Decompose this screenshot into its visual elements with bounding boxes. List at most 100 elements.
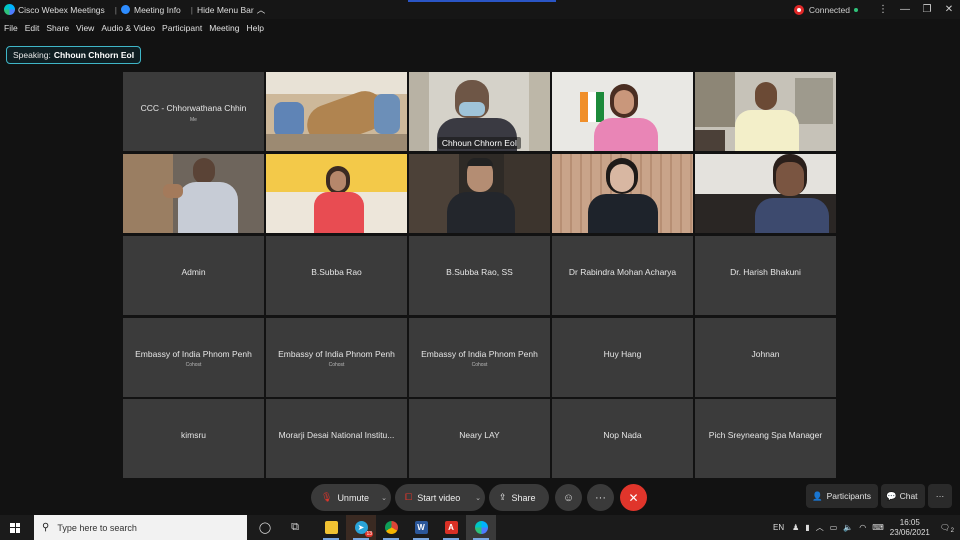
title-separator: | (114, 4, 117, 15)
participant-tile[interactable]: kimsru (123, 399, 264, 478)
video-off-icon: ⧠ (405, 492, 413, 502)
participant-tile[interactable]: Admin (123, 236, 264, 315)
chevron-down-icon[interactable]: ⌄ (475, 494, 481, 502)
participant-video-tile[interactable] (266, 154, 407, 233)
share-label: Share (511, 492, 536, 503)
notification-count: 2 (950, 528, 954, 534)
more-horizontal-icon: ··· (935, 491, 945, 501)
participant-tile[interactable]: Nop Nada (552, 399, 693, 478)
wifi-icon[interactable]: ◠ (859, 523, 866, 532)
menu-participant[interactable]: Participant (162, 23, 202, 33)
meeting-info-button[interactable]: Meeting Info (121, 5, 181, 15)
info-icon (121, 5, 130, 14)
participant-tile[interactable]: Embassy of India Phnom Penh Cohost (123, 318, 264, 397)
clock-time: 16:05 (899, 517, 920, 527)
microphone-muted-icon: 🎙 (321, 492, 333, 502)
windows-start-icon[interactable] (10, 522, 20, 533)
leave-meeting-button[interactable]: ✕ (620, 484, 647, 511)
participant-name: Neary LAY (459, 430, 500, 440)
menu-help[interactable]: Help (246, 23, 263, 33)
battery-icon[interactable]: ▭ (830, 523, 838, 532)
webex-taskbar-icon[interactable] (466, 515, 496, 540)
hide-menu-bar-button[interactable]: Hide Menu Bar ︿ (197, 4, 265, 16)
person-icon: 👤 (812, 490, 823, 501)
participant-video-tile-active[interactable]: Chhoun Chhorn EoI (409, 72, 550, 151)
participant-tile[interactable]: Dr. Harish Bhakuni (695, 236, 836, 315)
chevron-up-icon[interactable]: ︿ (816, 522, 824, 533)
participant-video-tile[interactable] (552, 72, 693, 151)
user-icon[interactable]: ♟ (792, 523, 799, 532)
participant-tile[interactable]: B.Subba Rao, SS (409, 236, 550, 315)
start-video-label: Start video (417, 492, 461, 503)
participant-video-tile[interactable] (266, 72, 407, 151)
participant-tile[interactable]: Huy Hang (552, 318, 693, 397)
participant-video-tile[interactable] (695, 72, 836, 151)
menu-meeting[interactable]: Meeting (209, 23, 239, 33)
panel-more-button[interactable]: ··· (928, 484, 952, 508)
participant-video-tile[interactable] (695, 154, 836, 233)
restore-button[interactable]: ❐ (916, 4, 938, 15)
more-vertical-icon[interactable]: ⋮ (872, 4, 894, 15)
chrome-icon[interactable] (376, 515, 406, 540)
participant-name: Nop Nada (603, 430, 642, 440)
telegram-icon[interactable]: ➤ 13 (346, 515, 376, 540)
unmute-button[interactable]: 🎙 Unmute ⌄ (311, 484, 391, 511)
pdf-reader-icon[interactable]: A (436, 515, 466, 540)
participant-video (266, 72, 407, 151)
participants-panel-button[interactable]: 👤 Participants (806, 484, 878, 508)
chat-panel-button[interactable]: 💬 Chat (881, 484, 925, 508)
participant-tile[interactable]: Dr Rabindra Mohan Acharya (552, 236, 693, 315)
task-view-icon[interactable]: ⧉ (280, 515, 310, 540)
reactions-button[interactable]: ☺ (555, 484, 582, 511)
participant-video (695, 154, 836, 233)
participant-tile[interactable]: Neary LAY (409, 399, 550, 478)
more-options-button[interactable]: ··· (587, 484, 614, 511)
participant-tile[interactable]: Morarji Desai National Institu... (266, 399, 407, 478)
menu-audio-video[interactable]: Audio & Video (101, 23, 155, 33)
hide-menu-bar-label: Hide Menu Bar (197, 4, 254, 15)
menu-file[interactable]: File (4, 23, 18, 33)
participant-tile[interactable]: CCC - Chhorwathana Chhin Me (123, 72, 264, 151)
chat-label: Chat (899, 491, 918, 501)
word-icon[interactable]: W (406, 515, 436, 540)
start-video-button[interactable]: ⧠ Start video ⌄ (395, 484, 485, 511)
close-window-button[interactable]: ✕ (938, 4, 960, 15)
participant-tile[interactable]: Johnan (695, 318, 836, 397)
minimize-button[interactable]: — (894, 4, 916, 15)
active-speaker-indicator: Speaking: Chhoun Chhorn EoI (6, 46, 142, 64)
menu-edit[interactable]: Edit (25, 23, 40, 33)
participant-name: B.Subba Rao, SS (446, 267, 513, 277)
participant-tile[interactable]: B.Subba Rao (266, 236, 407, 315)
keyboard-icon[interactable]: ⌨ (872, 523, 884, 532)
chevron-down-icon[interactable]: ⌄ (381, 494, 387, 502)
cortana-icon[interactable]: ◯ (250, 515, 280, 540)
share-button[interactable]: ⇪ Share (489, 484, 549, 511)
participant-tile[interactable]: Embassy of India Phnom Penh Cohost (409, 318, 550, 397)
participant-name: Admin (181, 267, 206, 277)
participant-name-overlay: Chhoun Chhorn EoI (409, 137, 550, 149)
participant-role: Cohost (185, 362, 202, 368)
menu-share[interactable]: Share (46, 23, 69, 33)
participant-video (266, 154, 407, 233)
more-horizontal-icon: ··· (595, 491, 606, 504)
participant-video-tile[interactable] (409, 154, 550, 233)
participant-tile[interactable]: Embassy of India Phnom Penh Cohost (266, 318, 407, 397)
menu-view[interactable]: View (76, 23, 94, 33)
participant-video (123, 154, 264, 233)
file-explorer-icon[interactable] (316, 515, 346, 540)
recording-icon (793, 4, 804, 15)
participant-tile[interactable]: Pich Sreyneang Spa Manager (695, 399, 836, 478)
microphone-icon[interactable]: ▮ (805, 523, 809, 532)
taskbar-search-box[interactable]: ⚲ Type here to search (34, 515, 247, 540)
volume-icon[interactable]: 🔈 (843, 523, 853, 532)
participant-video (695, 72, 836, 151)
notification-icon[interactable]: 🗨 2 (940, 523, 954, 534)
language-indicator[interactable]: EN (773, 523, 784, 532)
window-drag-accent (408, 0, 556, 2)
participant-name: Embassy of India Phnom Penh (135, 349, 252, 359)
participant-video-tile[interactable] (123, 154, 264, 233)
taskbar-clock[interactable]: 16:05 23/06/2021 (890, 518, 930, 538)
connection-status: Connected (808, 4, 850, 15)
webex-logo-icon (4, 4, 15, 15)
participant-video-tile[interactable] (552, 154, 693, 233)
